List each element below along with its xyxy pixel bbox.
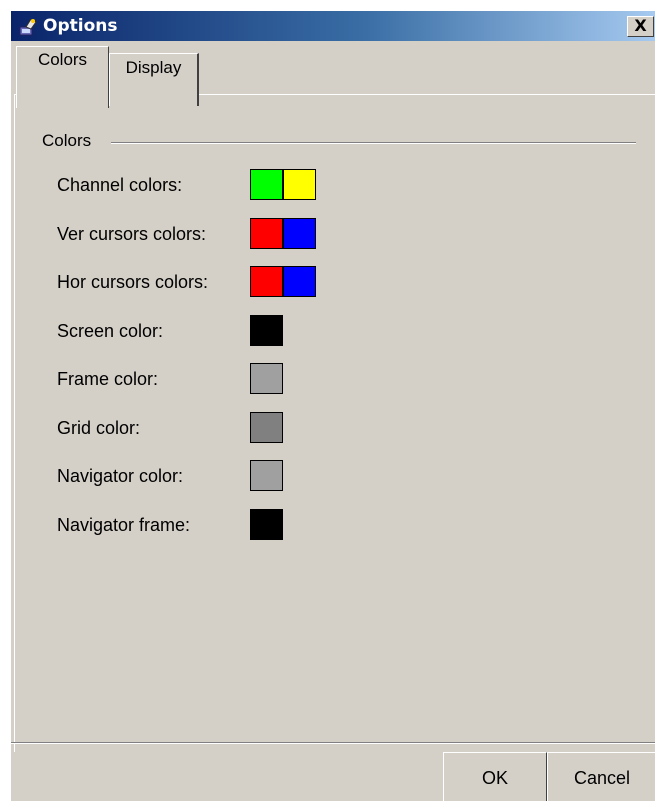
color-swatch[interactable] bbox=[250, 266, 283, 297]
color-swatch[interactable] bbox=[283, 218, 316, 249]
color-swatch[interactable] bbox=[250, 218, 283, 249]
setting-label: Navigator frame: bbox=[57, 515, 191, 535]
setting-label: Channel colors: bbox=[57, 175, 183, 195]
setting-label: Hor cursors colors: bbox=[57, 272, 209, 292]
color-swatch[interactable] bbox=[283, 266, 316, 297]
color-swatch[interactable] bbox=[250, 169, 283, 200]
close-button[interactable]: X bbox=[627, 16, 654, 37]
setting-label: Screen color: bbox=[57, 321, 164, 341]
color-swatch[interactable] bbox=[250, 363, 283, 394]
group-title: Colors bbox=[42, 131, 96, 151]
tab-display-label: Display bbox=[125, 58, 182, 77]
button-bar-highlight bbox=[11, 743, 655, 744]
ok-button[interactable]: OK bbox=[443, 752, 547, 801]
window-title: Options bbox=[43, 16, 118, 36]
color-swatch[interactable] bbox=[283, 169, 316, 200]
setting-label: Grid color: bbox=[57, 418, 141, 438]
group-divider bbox=[111, 142, 636, 144]
setting-label: Ver cursors colors: bbox=[57, 224, 207, 244]
cancel-button[interactable]: Cancel bbox=[547, 752, 655, 801]
close-icon: X bbox=[634, 16, 647, 35]
setting-label: Frame color: bbox=[57, 369, 159, 389]
tab-display[interactable]: Display bbox=[109, 53, 199, 106]
title-bar[interactable]: Options X bbox=[11, 11, 655, 41]
app-icon bbox=[19, 18, 37, 36]
tab-colors-label: Colors bbox=[37, 50, 88, 69]
color-swatch[interactable] bbox=[250, 509, 283, 540]
tab-colors[interactable]: Colors bbox=[16, 46, 109, 108]
button-bar: OK Cancel bbox=[11, 742, 655, 801]
color-swatch[interactable] bbox=[250, 315, 283, 346]
setting-label: Navigator color: bbox=[57, 466, 184, 486]
color-swatch[interactable] bbox=[250, 412, 283, 443]
options-dialog: Options X Display Colors Colors Channel … bbox=[10, 10, 655, 801]
color-swatch[interactable] bbox=[250, 460, 283, 491]
